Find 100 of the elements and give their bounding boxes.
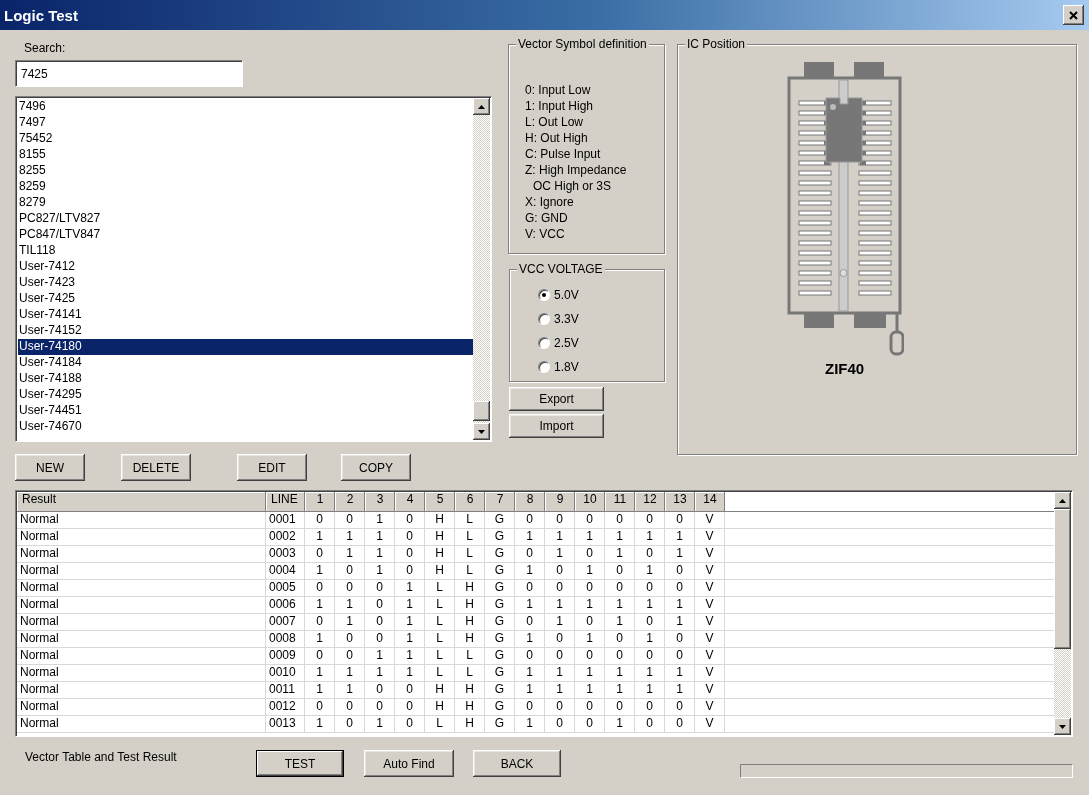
column-header[interactable]: 8 <box>515 492 545 512</box>
scrollbar[interactable] <box>473 98 490 440</box>
table-cell: G <box>485 597 515 614</box>
column-header[interactable]: 6 <box>455 492 485 512</box>
column-header[interactable]: LINE <box>266 492 305 512</box>
list-action-button[interactable]: COPY <box>341 454 411 481</box>
table-cell: 0 <box>605 563 635 580</box>
list-item[interactable]: PC847/LTV847 <box>18 227 473 243</box>
file-button[interactable]: Export <box>509 387 604 411</box>
scrollbar-thumb[interactable] <box>473 401 490 421</box>
table-cell: 1 <box>365 716 395 733</box>
table-cell: 1 <box>635 682 665 699</box>
table-cell: 1 <box>335 546 365 563</box>
table-cell: G <box>485 580 515 597</box>
table-cell: 0 <box>575 614 605 631</box>
list-item[interactable]: User-74188 <box>18 371 473 387</box>
column-header[interactable]: 1 <box>305 492 335 512</box>
radio-button[interactable] <box>538 288 550 301</box>
column-header[interactable]: Result <box>17 492 266 512</box>
symbol-definition: H: Out High <box>525 130 589 146</box>
list-item[interactable]: User-74184 <box>18 355 473 371</box>
scroll-down-button[interactable] <box>473 423 490 440</box>
scrollbar[interactable] <box>1054 492 1071 735</box>
column-header[interactable]: 10 <box>575 492 605 512</box>
group-title: VCC VOLTAGE <box>517 262 605 276</box>
scroll-up-button[interactable] <box>473 98 490 115</box>
scroll-down-button[interactable] <box>1054 718 1071 735</box>
list-item[interactable]: User-74152 <box>18 323 473 339</box>
column-header[interactable]: 13 <box>665 492 695 512</box>
table-cell: 0 <box>305 580 335 597</box>
column-header[interactable]: 2 <box>335 492 365 512</box>
list-item[interactable]: User-74295 <box>18 387 473 403</box>
list-action-button[interactable]: NEW <box>15 454 85 481</box>
table-cell: 1 <box>335 614 365 631</box>
table-cell: 0 <box>305 699 335 716</box>
column-header[interactable]: 12 <box>635 492 665 512</box>
close-button[interactable] <box>1063 5 1084 25</box>
list-item[interactable]: User-74180 <box>18 339 473 355</box>
list-item[interactable]: User-74141 <box>18 307 473 323</box>
column-header[interactable]: 14 <box>695 492 725 512</box>
column-header[interactable]: 5 <box>425 492 455 512</box>
table-cell: 0 <box>515 614 545 631</box>
file-button[interactable]: Import <box>509 414 604 438</box>
table-cell: 0013 <box>266 716 305 733</box>
table-cell: 1 <box>335 665 365 682</box>
search-field[interactable]: 7425 <box>15 60 243 87</box>
column-header[interactable]: 9 <box>545 492 575 512</box>
table-cell: 1 <box>545 614 575 631</box>
scrollbar-thumb[interactable] <box>1054 509 1071 649</box>
list-action-button[interactable]: DELETE <box>121 454 191 481</box>
symbol-definition: C: Pulse Input <box>525 146 602 162</box>
table-cell: 0 <box>575 546 605 563</box>
radio-label: 2.5V <box>554 335 579 350</box>
table-cell: 0 <box>575 699 605 716</box>
footer-button[interactable]: BACK <box>473 750 561 777</box>
scroll-up-button[interactable] <box>1054 492 1071 509</box>
table-cell: V <box>695 529 725 546</box>
list-item[interactable]: 8155 <box>18 147 473 163</box>
list-item[interactable]: 8279 <box>18 195 473 211</box>
table-cell: 0007 <box>266 614 305 631</box>
list-item[interactable]: TIL118 <box>18 243 473 259</box>
list-item[interactable]: User-7423 <box>18 275 473 291</box>
list-item[interactable]: PC827/LTV827 <box>18 211 473 227</box>
column-header[interactable]: 7 <box>485 492 515 512</box>
table-cell: H <box>455 699 485 716</box>
list-action-button[interactable]: EDIT <box>237 454 307 481</box>
column-header[interactable]: 4 <box>395 492 425 512</box>
list-item[interactable]: 8259 <box>18 179 473 195</box>
table-cell: 0 <box>515 648 545 665</box>
table-cell: 0003 <box>266 546 305 563</box>
table-cell: 1 <box>545 682 575 699</box>
column-header[interactable]: 3 <box>365 492 395 512</box>
table-cell: 0 <box>395 699 425 716</box>
table-cell: G <box>485 631 515 648</box>
table-cell: 1 <box>605 597 635 614</box>
column-header[interactable]: 11 <box>605 492 635 512</box>
list-item[interactable]: 7497 <box>18 115 473 131</box>
list-item[interactable]: 8255 <box>18 163 473 179</box>
table-cell: Normal <box>17 665 266 682</box>
table-cell: 0 <box>365 631 395 648</box>
table-cell: 0 <box>395 716 425 733</box>
table-cell: 1 <box>305 631 335 648</box>
list-item[interactable]: User-74451 <box>18 403 473 419</box>
table-cell: G <box>485 665 515 682</box>
table-cell: 0 <box>665 716 695 733</box>
table-cell: 1 <box>575 563 605 580</box>
footer-button[interactable]: Auto Find <box>364 750 454 777</box>
table-cell: V <box>695 512 725 529</box>
radio-button[interactable] <box>538 360 550 373</box>
list-item[interactable]: 75452 <box>18 131 473 147</box>
list-item[interactable]: User-7425 <box>18 291 473 307</box>
list-item[interactable]: 7496 <box>18 99 473 115</box>
table-cell: 1 <box>365 529 395 546</box>
footer-button[interactable]: TEST <box>256 750 344 777</box>
table-cell: H <box>425 563 455 580</box>
list-item[interactable]: User-74670 <box>18 419 473 435</box>
list-item[interactable]: User-7412 <box>18 259 473 275</box>
table-cell: 0 <box>365 614 395 631</box>
table-cell: V <box>695 665 725 682</box>
table-cell: 1 <box>635 563 665 580</box>
